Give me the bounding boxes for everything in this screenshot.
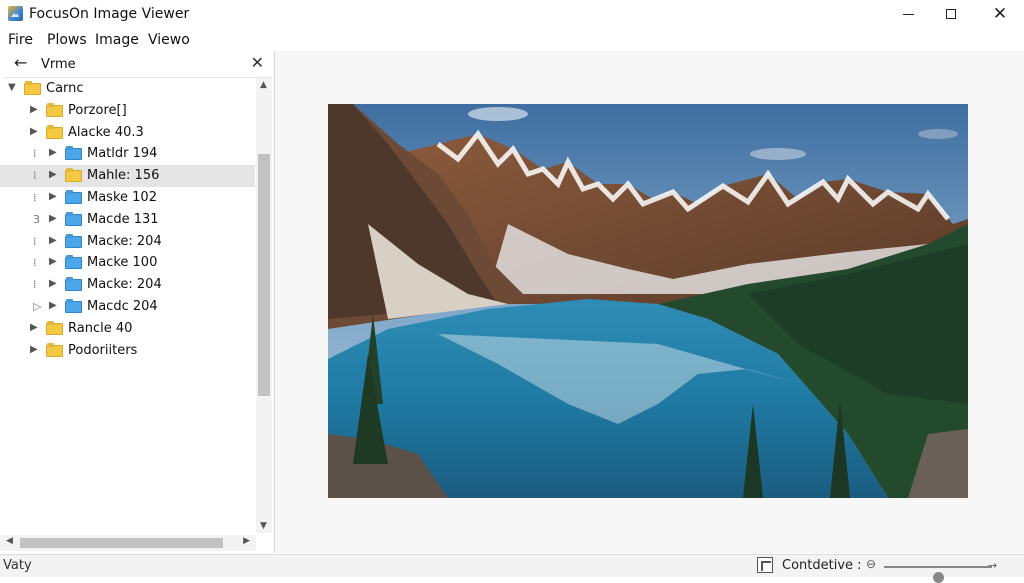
menu-plows[interactable]: Plows <box>47 32 87 48</box>
expand-chevron-icon[interactable]: ▶ <box>30 344 38 355</box>
folder-icon <box>65 235 82 248</box>
tree-item[interactable]: ⁞ ▶ Matldr 194 <box>0 143 255 165</box>
folder-icon <box>46 344 63 357</box>
scroll-right-icon[interactable]: ▶ <box>243 536 250 546</box>
minimize-icon <box>902 13 914 15</box>
tree-header-label: Vrme <box>41 57 76 72</box>
expand-chevron-icon[interactable]: ▶ <box>49 256 57 267</box>
tree-item-label: Macdc 204 <box>87 299 158 314</box>
tree-item[interactable]: ▷ ▶ Macdc 204 <box>0 296 255 318</box>
tree-item[interactable]: ⁞ ▶ Macke: 204 <box>0 274 255 296</box>
tree-guide: ▷ <box>33 300 42 313</box>
folder-icon <box>65 148 82 161</box>
folder-icon <box>46 104 63 117</box>
folder-tree-pane: ← Vrme ✕ ▼ Carnc ▶ Porzore[] ▶ Alacke 40.3 ⁞ ▶ M… <box>0 51 275 553</box>
tree-item-label: Carnc <box>46 81 84 96</box>
folder-icon <box>65 192 82 204</box>
tree-item[interactable]: ▼ Carnc <box>0 78 255 100</box>
tree-guide: ⁞ <box>33 147 37 161</box>
expand-chevron-icon[interactable]: ▶ <box>49 213 57 224</box>
tree-item-label: Porzore[] <box>68 102 127 118</box>
tree-guide: ⁞ <box>33 191 37 204</box>
expand-chevron-icon[interactable]: ▶ <box>49 300 57 311</box>
status-bar: Vaty Contdetive : ⊖ → <box>0 554 1024 583</box>
back-arrow-icon[interactable]: ← <box>14 53 27 72</box>
tree-guide: ⁞ <box>33 234 37 248</box>
scroll-up-icon[interactable]: ▲ <box>260 80 267 90</box>
collapse-chevron-icon[interactable]: ▼ <box>8 82 16 93</box>
tree-item-label: Macde 131 <box>87 211 159 227</box>
tree-item-label: Macke: 204 <box>87 233 162 249</box>
status-text: Vaty <box>3 558 32 573</box>
tree-item-label: Matldr 194 <box>87 146 158 162</box>
menu-file[interactable]: Fire <box>8 32 33 48</box>
tree-item[interactable]: ▶ Porzore[] <box>0 100 255 122</box>
tree-guide: ⁞ <box>33 169 37 183</box>
expand-chevron-icon[interactable]: ▶ <box>49 147 57 158</box>
tree-item[interactable]: ⁞ ▶ Macke: 204 <box>0 231 255 253</box>
zoom-slider[interactable] <box>884 566 992 583</box>
zoom-slider-thumb[interactable] <box>932 572 944 583</box>
maximize-icon <box>946 9 956 19</box>
expand-chevron-icon[interactable]: ▶ <box>30 126 38 137</box>
scroll-down-icon[interactable]: ▼ <box>260 521 267 531</box>
tree-item-label: Mahle: 156 <box>87 168 160 184</box>
mountain-lake-photo[interactable] <box>328 104 968 498</box>
tree-guide: ⁞ <box>33 278 37 292</box>
view-mode-dropdown[interactable]: Contdetive : <box>782 558 862 573</box>
folder-icon <box>24 83 41 95</box>
zoom-out-icon[interactable]: ⊖ <box>866 557 876 571</box>
tree-item[interactable]: ▶ Rancle 40 <box>0 318 255 340</box>
expand-chevron-icon[interactable]: ▶ <box>30 322 38 333</box>
scroll-left-icon[interactable]: ◀ <box>6 536 13 546</box>
tree-item[interactable]: ▶ Podoriiters <box>0 340 255 362</box>
photo-image <box>328 104 968 498</box>
tree-item[interactable]: ⁞ ▶ Macke 100 <box>0 252 255 274</box>
expand-chevron-icon[interactable]: ▶ <box>49 278 57 289</box>
expand-chevron-icon[interactable]: ▶ <box>49 169 57 180</box>
tree-item[interactable]: ⁞ ▶ Maske 102 <box>0 187 255 209</box>
scrollbar-thumb[interactable] <box>258 154 270 396</box>
menu-view[interactable]: Viewo <box>148 32 190 48</box>
tree-item-label: Maske 102 <box>87 190 157 205</box>
expand-chevron-icon[interactable]: ▶ <box>30 104 38 115</box>
folder-icon <box>46 126 63 139</box>
close-icon: ✕ <box>992 3 1008 24</box>
tree-header: ← Vrme ✕ <box>4 51 272 78</box>
app-icon <box>8 6 23 21</box>
folder-icon <box>65 213 82 226</box>
expand-chevron-icon[interactable]: ▶ <box>49 235 57 246</box>
tree-item[interactable]: ▶ Alacke 40.3 <box>0 122 255 144</box>
tree-item-label: Podoriiters <box>68 342 138 358</box>
tree-item-label: Rancle 40 <box>68 320 133 336</box>
tree-item-label: Alacke 40.3 <box>68 124 144 140</box>
fit-to-window-icon[interactable] <box>757 557 773 573</box>
title-bar: FocusOn Image Viewer ✕ <box>0 0 1024 28</box>
menu-image[interactable]: Image <box>95 32 139 48</box>
tree-item[interactable]: 3 ▶ Macde 131 <box>0 209 255 231</box>
menu-bar: Fire Plows Image Viewo <box>0 29 1024 51</box>
tree-vertical-scrollbar[interactable]: ▲ ▼ <box>256 78 272 533</box>
image-view <box>275 51 1024 553</box>
folder-icon <box>65 279 82 292</box>
tree-item-label: Macke 100 <box>87 255 158 271</box>
pane-close-icon[interactable]: ✕ <box>251 53 264 72</box>
window-title: FocusOn Image Viewer <box>29 6 190 22</box>
tree-guide: 3 <box>33 212 40 226</box>
folder-icon <box>65 301 82 313</box>
zoom-in-icon[interactable]: → <box>988 559 997 572</box>
tree-item-label: Macke: 204 <box>87 277 162 293</box>
minimize-button[interactable] <box>885 0 931 28</box>
expand-chevron-icon[interactable]: ▶ <box>49 191 57 202</box>
tree-guide: ⁞ <box>33 256 37 270</box>
folder-icon <box>46 322 63 335</box>
close-window-button[interactable]: ✕ <box>977 0 1023 28</box>
maximize-button[interactable] <box>928 0 974 28</box>
tree-item[interactable]: ⁞ ▶ Mahle: 156 <box>0 165 255 188</box>
tree-horizontal-scrollbar[interactable]: ◀ ▶ <box>0 535 256 551</box>
folder-icon <box>65 170 82 183</box>
scrollbar-thumb[interactable] <box>20 538 223 548</box>
folder-icon <box>65 257 82 270</box>
